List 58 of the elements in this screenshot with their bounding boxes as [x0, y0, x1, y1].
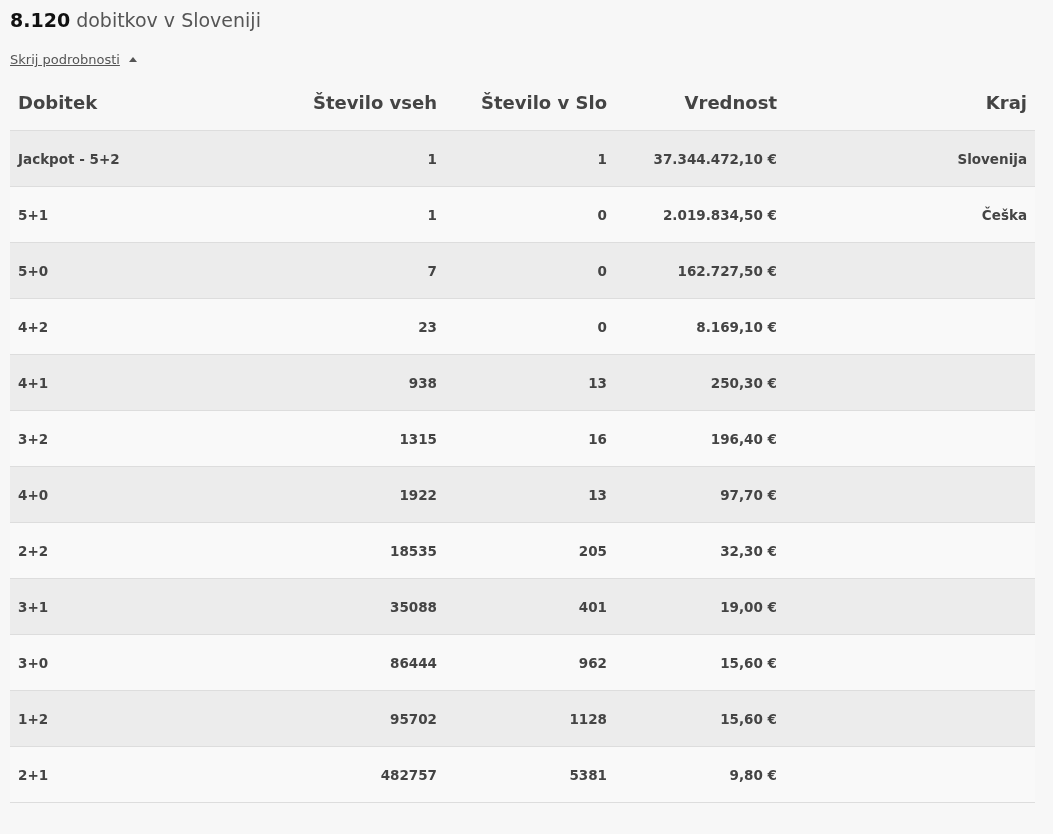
- table-cell: Češka: [981, 206, 1027, 223]
- table-cell: 1+2: [18, 710, 49, 727]
- table-cell: 0: [597, 206, 607, 223]
- table-cell: 95702: [390, 710, 437, 727]
- table-cell: 16: [588, 430, 607, 447]
- table-cell: 2.019.834,50 €: [662, 206, 777, 223]
- table-cell: 4+0: [18, 486, 49, 503]
- table-cell: 19,00 €: [720, 598, 777, 615]
- table-cell: 13: [588, 374, 607, 391]
- table-cell: 482757: [380, 766, 437, 783]
- column-header: Število vseh: [266, 74, 445, 131]
- table-cell: Slovenija: [957, 150, 1027, 167]
- table-cell: 162.727,50 €: [677, 262, 777, 279]
- table-cell: 1128: [569, 710, 607, 727]
- table-cell: 13: [588, 486, 607, 503]
- table-cell: 3+1: [18, 598, 49, 615]
- table-cell: 3+0: [18, 654, 49, 671]
- table-cell: 1922: [399, 486, 437, 503]
- table-cell: 1: [427, 150, 437, 167]
- table-cell: 7: [427, 262, 437, 279]
- table-cell: 32,30 €: [720, 542, 777, 559]
- table-cell: 938: [408, 374, 437, 391]
- table-cell: 15,60 €: [720, 654, 777, 671]
- table-cell: 962: [578, 654, 607, 671]
- table-cell: 196,40 €: [710, 430, 777, 447]
- table-cell: 8.169,10 €: [696, 318, 777, 335]
- table-cell: 86444: [390, 654, 437, 671]
- table-cell: 5+1: [18, 206, 49, 223]
- results-heading: 8.120 dobitkov v Sloveniji: [10, 8, 262, 33]
- table-cell: 4+2: [18, 318, 49, 335]
- hide-details-link[interactable]: Skrij podrobnosti: [10, 52, 137, 67]
- table-cell: 5381: [569, 766, 607, 783]
- table-cell: 23: [418, 318, 437, 335]
- table-cell: 35088: [390, 598, 437, 615]
- table-cell: 15,60 €: [720, 710, 777, 727]
- table-cell: 401: [578, 598, 607, 615]
- table-cell: Jackpot - 5+2: [18, 150, 120, 167]
- table-cell: 97,70 €: [720, 486, 777, 503]
- table-cell: 2+2: [18, 542, 49, 559]
- column-header: Število v Slo: [445, 74, 615, 131]
- column-header: Vrednost: [615, 74, 785, 131]
- table-cell: 0: [597, 262, 607, 279]
- table-cell: 3+2: [18, 430, 49, 447]
- table-cell: 5+0: [18, 262, 49, 279]
- table-cell: 2+1: [18, 766, 49, 783]
- table-cell: 250,30 €: [710, 374, 777, 391]
- column-header: Kraj: [785, 74, 1035, 131]
- table-cell: 205: [578, 542, 607, 559]
- table-cell: 0: [597, 318, 607, 335]
- table-cell: 37.344.472,10 €: [653, 150, 777, 167]
- table-cell: 1315: [399, 430, 437, 447]
- table-cell: 18535: [390, 542, 437, 559]
- table-cell: 1: [427, 206, 437, 223]
- column-header: Dobitek: [10, 74, 266, 131]
- table-cell: 1: [597, 150, 607, 167]
- table-cell: 4+1: [18, 374, 49, 391]
- table-cell: 9,80 €: [729, 766, 777, 783]
- caret-icon: [128, 57, 137, 62]
